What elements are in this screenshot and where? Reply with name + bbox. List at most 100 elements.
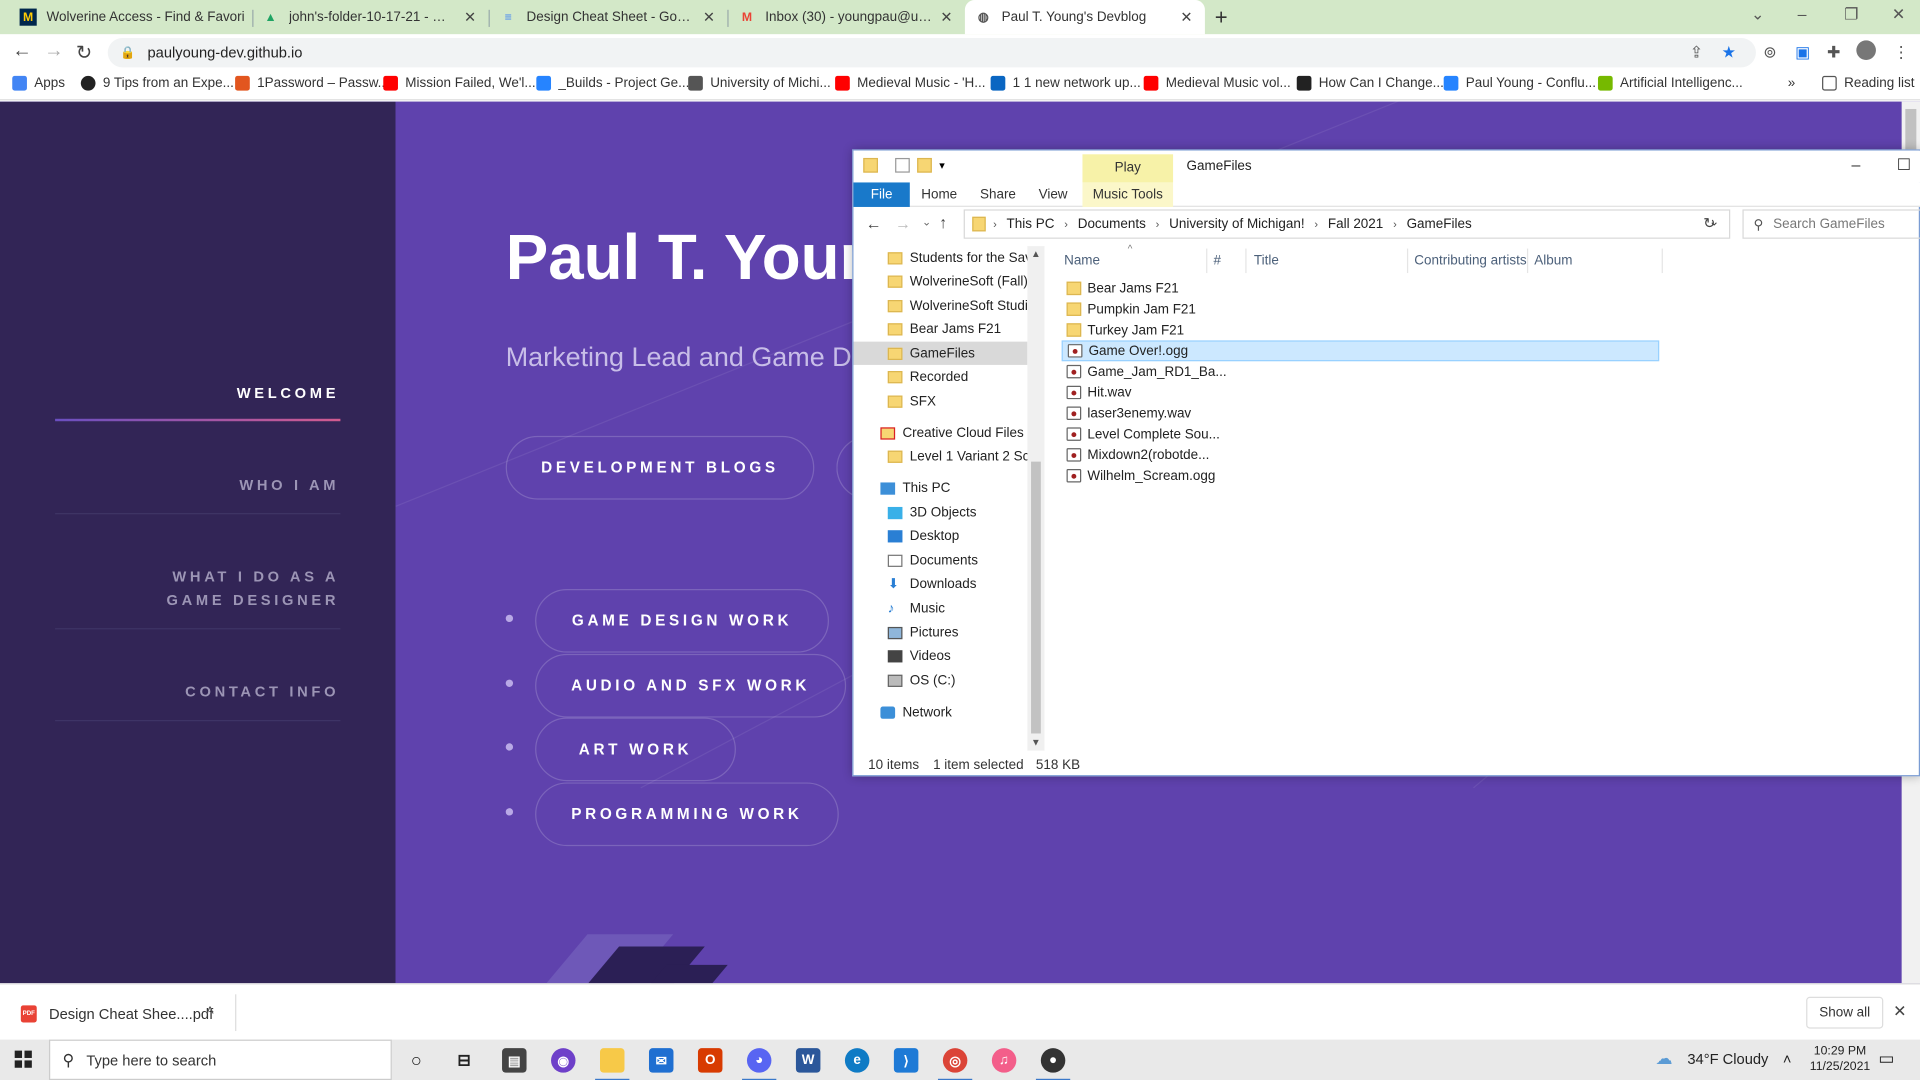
- windows-start-icon[interactable]: [14, 1050, 32, 1068]
- search-input[interactable]: ⚲ Search GameFiles: [1742, 209, 1920, 239]
- menu-kebab-icon[interactable]: ⋮: [1893, 43, 1909, 63]
- download-item[interactable]: Design Cheat Shee....pdf: [49, 1005, 213, 1022]
- nav-item[interactable]: Pictures: [887, 621, 958, 644]
- nav-item[interactable]: ♪ Music: [888, 596, 945, 619]
- properties-icon[interactable]: [895, 157, 910, 173]
- nav-item[interactable]: Bear Jams F21: [887, 317, 1001, 340]
- store-icon[interactable]: ▤: [502, 1048, 527, 1073]
- office-icon[interactable]: O: [697, 1048, 723, 1073]
- discord-icon[interactable]: ◕: [742, 1048, 777, 1080]
- close-tab-icon[interactable]: ✕: [462, 9, 479, 26]
- nav-welcome[interactable]: WELCOME: [237, 382, 339, 405]
- nav-pane-scrollbar[interactable]: ▲ ▼: [1027, 246, 1045, 751]
- close-tab-icon[interactable]: ✕: [700, 9, 717, 26]
- ribbon-tab-file[interactable]: File: [853, 182, 910, 207]
- share-icon[interactable]: ⇪: [1690, 43, 1703, 63]
- reload-icon[interactable]: ↻: [76, 40, 92, 64]
- close-tab-icon[interactable]: ✕: [1178, 9, 1195, 26]
- ribbon-tab-share[interactable]: Share: [976, 182, 1020, 206]
- customize-qat-chevron-icon[interactable]: ▾: [939, 159, 954, 174]
- bookmark-item[interactable]: 1 1 new network up...: [990, 75, 1141, 91]
- column-header-number[interactable]: #: [1213, 253, 1221, 268]
- media-player-icon[interactable]: ●: [1035, 1048, 1071, 1080]
- nav-item[interactable]: Level 1 Variant 2 Scene: [887, 444, 1044, 467]
- bookmark-item[interactable]: Mission Failed, We'l...: [383, 75, 536, 91]
- column-separator[interactable]: [1206, 248, 1208, 274]
- file-row-audio[interactable]: Hit.wav: [1062, 382, 1660, 403]
- scroll-up-icon[interactable]: ▲: [1031, 249, 1041, 260]
- bookmark-item[interactable]: _Builds - Project Ge...: [536, 75, 689, 91]
- github-desktop-icon[interactable]: ◉: [551, 1048, 576, 1073]
- bookmarks-overflow-icon[interactable]: »: [1788, 76, 1796, 91]
- column-separator[interactable]: [1526, 248, 1529, 274]
- chevron-right-icon[interactable]: ›: [1064, 218, 1068, 230]
- chrome-icon[interactable]: ◎: [937, 1048, 973, 1080]
- nav-item[interactable]: Recorded: [887, 365, 968, 388]
- minimize-icon[interactable]: –: [1851, 156, 1860, 174]
- column-header-title[interactable]: Title: [1254, 253, 1279, 268]
- new-tab-icon[interactable]: +: [1215, 5, 1228, 31]
- nav-item[interactable]: WolverineSoft Studi📌: [887, 294, 1044, 317]
- back-icon[interactable]: ←: [12, 40, 32, 62]
- nav-item-gamefiles-selected[interactable]: GameFiles: [853, 341, 1028, 365]
- vscode-icon[interactable]: ⟩: [893, 1048, 919, 1073]
- bookmark-apps[interactable]: Apps: [12, 75, 65, 91]
- art-work-button[interactable]: ART WORK: [535, 717, 736, 782]
- scrollbar-thumb[interactable]: [1031, 461, 1041, 734]
- bookmark-item[interactable]: Artificial Intelligenc...: [1597, 75, 1743, 91]
- up-icon[interactable]: ↑: [939, 213, 947, 231]
- browser-tab-drive-folder[interactable]: ▲ john's-folder-10-17-21 - Wolveri ✕: [252, 0, 488, 34]
- avatar[interactable]: [1856, 40, 1876, 61]
- column-header-name[interactable]: Name: [1064, 253, 1100, 268]
- chevron-right-icon[interactable]: ›: [993, 218, 997, 230]
- programming-work-button[interactable]: PROGRAMMING WORK: [535, 782, 839, 847]
- file-row-audio[interactable]: Wilhelm_Scream.ogg: [1062, 465, 1660, 486]
- scrollbar-thumb[interactable]: [1905, 108, 1917, 154]
- explorer-address-bar[interactable]: › This PC › Documents › University of Mi…: [963, 209, 1731, 239]
- itunes-icon[interactable]: ♫: [991, 1048, 1017, 1073]
- weather-text[interactable]: 34°F Cloudy: [1687, 1051, 1768, 1068]
- forward-icon[interactable]: →: [44, 40, 64, 62]
- file-row-audio[interactable]: Level Complete Sou...: [1062, 424, 1660, 445]
- column-header-album[interactable]: Album: [1534, 253, 1572, 268]
- file-row-folder[interactable]: Bear Jams F21: [1062, 278, 1660, 299]
- nav-item[interactable]: This PC: [880, 476, 950, 499]
- nav-who-i-am[interactable]: WHO I AM: [239, 474, 339, 497]
- chevron-right-icon[interactable]: ›: [1156, 218, 1160, 230]
- bookmark-item[interactable]: 9 Tips from an Expe...: [80, 75, 234, 91]
- development-blogs-button[interactable]: DEVELOPMENT BLOGS: [505, 435, 815, 500]
- bookmark-item[interactable]: 1Password – Passw...: [235, 75, 389, 91]
- column-separator[interactable]: [1661, 248, 1663, 274]
- new-folder-icon[interactable]: [917, 157, 932, 173]
- browser-tab-devblog[interactable]: ◍ Paul T. Young's Devblog ✕: [964, 0, 1205, 35]
- task-view-icon[interactable]: ⊟: [452, 1048, 476, 1072]
- breadcrumb-this-pc[interactable]: This PC: [1007, 217, 1055, 232]
- tray-overflow-chevron-icon[interactable]: ˄: [1783, 1051, 1792, 1068]
- close-tab-icon[interactable]: ✕: [938, 9, 955, 26]
- nav-item[interactable]: WolverineSoft (Fall)📌: [887, 269, 1044, 292]
- nav-what-i-do[interactable]: WHAT I DO AS A GAME DESIGNER: [107, 566, 340, 613]
- nav-item[interactable]: OS (C:): [887, 669, 955, 692]
- nav-item[interactable]: ⬇ Downloads: [888, 572, 977, 595]
- scroll-down-icon[interactable]: ▼: [1031, 737, 1041, 748]
- browser-tab-wolverine-access[interactable]: M Wolverine Access - Find & Favori: [10, 0, 255, 34]
- chevron-up-icon[interactable]: ˄: [206, 1002, 215, 1019]
- file-explorer-icon[interactable]: [595, 1048, 630, 1080]
- mail-icon[interactable]: ✉: [648, 1048, 674, 1073]
- maximize-icon[interactable]: ☐: [1897, 156, 1911, 176]
- breadcrumb-university[interactable]: University of Michigan!: [1169, 217, 1304, 232]
- restore-icon[interactable]: ❐: [1844, 5, 1858, 25]
- browser-tab-gmail[interactable]: M Inbox (30) - youngpau@umich.e ✕: [729, 0, 965, 34]
- audio-sfx-work-button[interactable]: AUDIO AND SFX WORK: [535, 653, 847, 718]
- browser-tab-google-doc[interactable]: ≡ Design Cheat Sheet - Google Do ✕: [490, 0, 728, 34]
- chevron-right-icon[interactable]: ›: [1314, 218, 1318, 230]
- breadcrumb-gamefiles[interactable]: GameFiles: [1407, 217, 1472, 232]
- breadcrumb-fall-2021[interactable]: Fall 2021: [1328, 217, 1383, 232]
- nav-item[interactable]: Students for the Sav📌: [887, 246, 1044, 269]
- bookmark-item[interactable]: Paul Young - Conflu...: [1443, 75, 1596, 91]
- game-design-work-button[interactable]: GAME DESIGN WORK: [535, 588, 829, 653]
- bookmark-star-icon[interactable]: ★: [1722, 43, 1736, 63]
- column-separator[interactable]: [1406, 248, 1409, 274]
- ribbon-tab-music-tools[interactable]: Music Tools: [1082, 182, 1174, 207]
- word-icon[interactable]: W: [795, 1048, 821, 1073]
